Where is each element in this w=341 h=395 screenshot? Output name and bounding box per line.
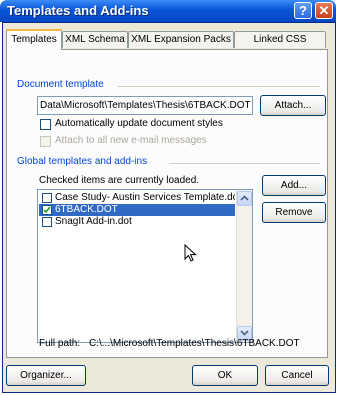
full-path-value: C:\...\Microsoft\Templates\Thesis\6TBACK… xyxy=(89,338,300,349)
organizer-button[interactable]: Organizer... xyxy=(6,365,86,386)
item-label: 6TBACK.DOT xyxy=(55,204,118,215)
chevron-up-icon xyxy=(240,195,249,201)
scroll-up-button[interactable] xyxy=(237,191,252,206)
tab-xml-expansion-packs[interactable]: XML Expansion Packs xyxy=(128,31,234,48)
tab-templates[interactable]: Templates xyxy=(6,29,62,50)
auto-update-checkbox[interactable] xyxy=(40,119,51,130)
item-checkbox[interactable] xyxy=(42,193,52,203)
remove-button[interactable]: Remove xyxy=(262,202,326,223)
group-divider xyxy=(118,86,320,87)
auto-update-label: Automatically update document styles xyxy=(55,118,223,129)
full-path-label: Full path: xyxy=(39,338,81,349)
help-button[interactable]: ? xyxy=(294,2,312,19)
list-item-selected[interactable]: 6TBACK.DOT xyxy=(39,204,235,216)
global-templates-list[interactable]: Case Study- Austin Services Template.dot… xyxy=(37,189,253,343)
tab-linked-css[interactable]: Linked CSS xyxy=(234,31,326,48)
item-label: Case Study- Austin Services Template.dot xyxy=(55,192,235,203)
cancel-button[interactable]: Cancel xyxy=(265,365,329,386)
chevron-down-icon xyxy=(240,330,249,336)
item-checkbox[interactable] xyxy=(42,217,52,227)
close-button[interactable]: ✕ xyxy=(315,2,333,19)
loaded-items-hint: Checked items are currently loaded. xyxy=(39,175,200,186)
global-templates-group-label: Global templates and add-ins xyxy=(17,156,148,167)
attach-email-checkbox xyxy=(40,136,51,147)
template-path-input[interactable]: Data\Microsoft\Templates\Thesis\6TBACK.D… xyxy=(37,96,253,115)
attach-email-label: Attach to all new e-mail messages xyxy=(55,135,207,146)
group-divider xyxy=(170,163,320,164)
tab-xml-schema[interactable]: XML Schema xyxy=(62,31,128,48)
list-item[interactable]: Case Study- Austin Services Template.dot xyxy=(39,192,235,204)
checkmark-icon xyxy=(43,206,51,214)
list-item[interactable]: SnagIt Add-in.dot xyxy=(39,216,235,228)
title-bar[interactable]: Templates and Add-ins ? ✕ xyxy=(0,0,336,22)
item-label: SnagIt Add-in.dot xyxy=(55,216,132,227)
window-title: Templates and Add-ins xyxy=(7,3,149,18)
item-checkbox[interactable] xyxy=(42,205,52,215)
add-button[interactable]: Add... xyxy=(262,175,326,196)
attach-button[interactable]: Attach... xyxy=(260,95,326,116)
list-scrollbar[interactable] xyxy=(236,190,252,342)
ok-button[interactable]: OK xyxy=(192,365,258,386)
document-template-group-label: Document template xyxy=(17,79,104,90)
mouse-cursor-icon xyxy=(184,244,197,262)
